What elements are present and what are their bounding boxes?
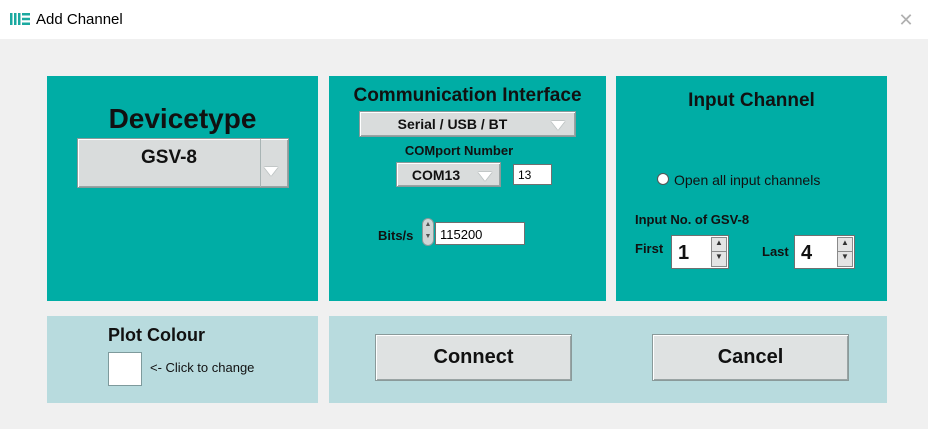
- comport-label: COMport Number: [404, 143, 514, 158]
- title-bar: Add Channel ✕: [0, 0, 928, 39]
- device-type-value: GSV-8: [141, 147, 197, 168]
- interface-dropdown[interactable]: Serial / USB / BT: [359, 111, 576, 137]
- down-arrow-icon[interactable]: ▼: [712, 252, 726, 266]
- triangle-down-icon: [264, 167, 278, 176]
- close-icon[interactable]: ✕: [896, 10, 916, 30]
- dialog-body: Devicetype GSV-8 Communication Interface…: [0, 39, 928, 429]
- plot-colour-heading: Plot Colour: [108, 325, 205, 345]
- cancel-button[interactable]: Cancel: [652, 334, 849, 381]
- baud-field[interactable]: 115200: [435, 222, 525, 245]
- input-panel: Input Channel Open all input channels In…: [616, 76, 887, 301]
- plot-colour-panel: Plot Colour <- Click to change: [47, 316, 318, 403]
- connect-button-label: Connect: [433, 346, 514, 368]
- window-title: Add Channel: [36, 11, 123, 28]
- app-logo-icon: [10, 13, 30, 25]
- last-channel-field[interactable]: 4 ▲ ▼: [794, 235, 855, 269]
- baud-spinner[interactable]: ▲ ▼: [422, 218, 434, 246]
- input-no-label: Input No. of GSV-8: [635, 212, 750, 227]
- up-down-arrows-icon: ▲ ▼: [424, 221, 432, 240]
- first-label: First: [635, 241, 664, 256]
- open-all-label[interactable]: Open all input channels: [674, 172, 820, 188]
- triangle-down-icon: [478, 172, 492, 181]
- last-channel-value: 4: [801, 242, 813, 264]
- triangle-down-icon: [551, 121, 565, 130]
- first-channel-stepper[interactable]: ▲ ▼: [711, 237, 727, 267]
- interface-value: Serial / USB / BT: [397, 116, 508, 132]
- cancel-button-label: Cancel: [717, 346, 784, 368]
- baud-value: 115200: [440, 227, 483, 242]
- device-type-dropdown[interactable]: GSV-8: [77, 138, 289, 188]
- last-label: Last: [762, 244, 789, 259]
- down-arrow-icon[interactable]: ▼: [838, 252, 852, 266]
- last-channel-stepper[interactable]: ▲ ▼: [837, 237, 853, 267]
- comport-dropdown[interactable]: COM13: [396, 162, 501, 187]
- plot-colour-swatch[interactable]: [108, 352, 142, 386]
- device-heading: Devicetype: [108, 103, 257, 134]
- open-all-radio[interactable]: [657, 173, 669, 185]
- comport-value: COM13: [411, 167, 461, 183]
- first-channel-field[interactable]: 1 ▲ ▼: [671, 235, 729, 269]
- input-heading: Input Channel: [688, 90, 815, 111]
- comm-panel: Communication Interface Serial / USB / B…: [329, 76, 606, 301]
- comport-number-field[interactable]: 13: [513, 164, 552, 185]
- connect-button[interactable]: Connect: [375, 334, 572, 381]
- comm-heading: Communication Interface: [353, 85, 582, 106]
- action-panel: Connect Cancel: [329, 316, 887, 403]
- device-panel: Devicetype GSV-8: [47, 76, 318, 301]
- first-channel-value: 1: [678, 242, 690, 264]
- plot-colour-hint: <- Click to change: [150, 360, 255, 375]
- baud-label: Bits/s: [378, 228, 414, 243]
- up-arrow-icon[interactable]: ▲: [712, 238, 726, 252]
- up-arrow-icon[interactable]: ▲: [838, 238, 852, 252]
- comport-number-value: 13: [518, 168, 532, 182]
